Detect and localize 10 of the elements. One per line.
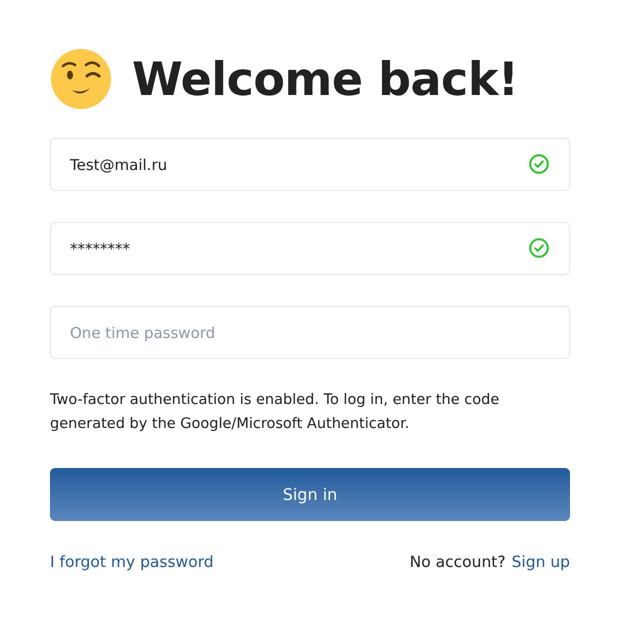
- input-field[interactable]: Test@mail.ru: [50, 138, 570, 191]
- no-account-text: No account?: [410, 553, 506, 571]
- two-factor-hint: Two-factor authentication is enabled. To log in, enter the code generated by the Google/Microsoft Authenticator.: [50, 391, 500, 434]
- wink-emoji-icon: [50, 48, 112, 110]
- page-title: Welcome back!: [132, 52, 518, 106]
- sign-in-button[interactable]: Sign in: [50, 468, 570, 521]
- forgot-password-link[interactable]: I forgot my password: [50, 553, 214, 571]
- input-field[interactable]: ********: [50, 222, 570, 275]
- sign-up-link[interactable]: Sign up: [512, 553, 570, 571]
- input-field[interactable]: One time password: [50, 306, 570, 359]
